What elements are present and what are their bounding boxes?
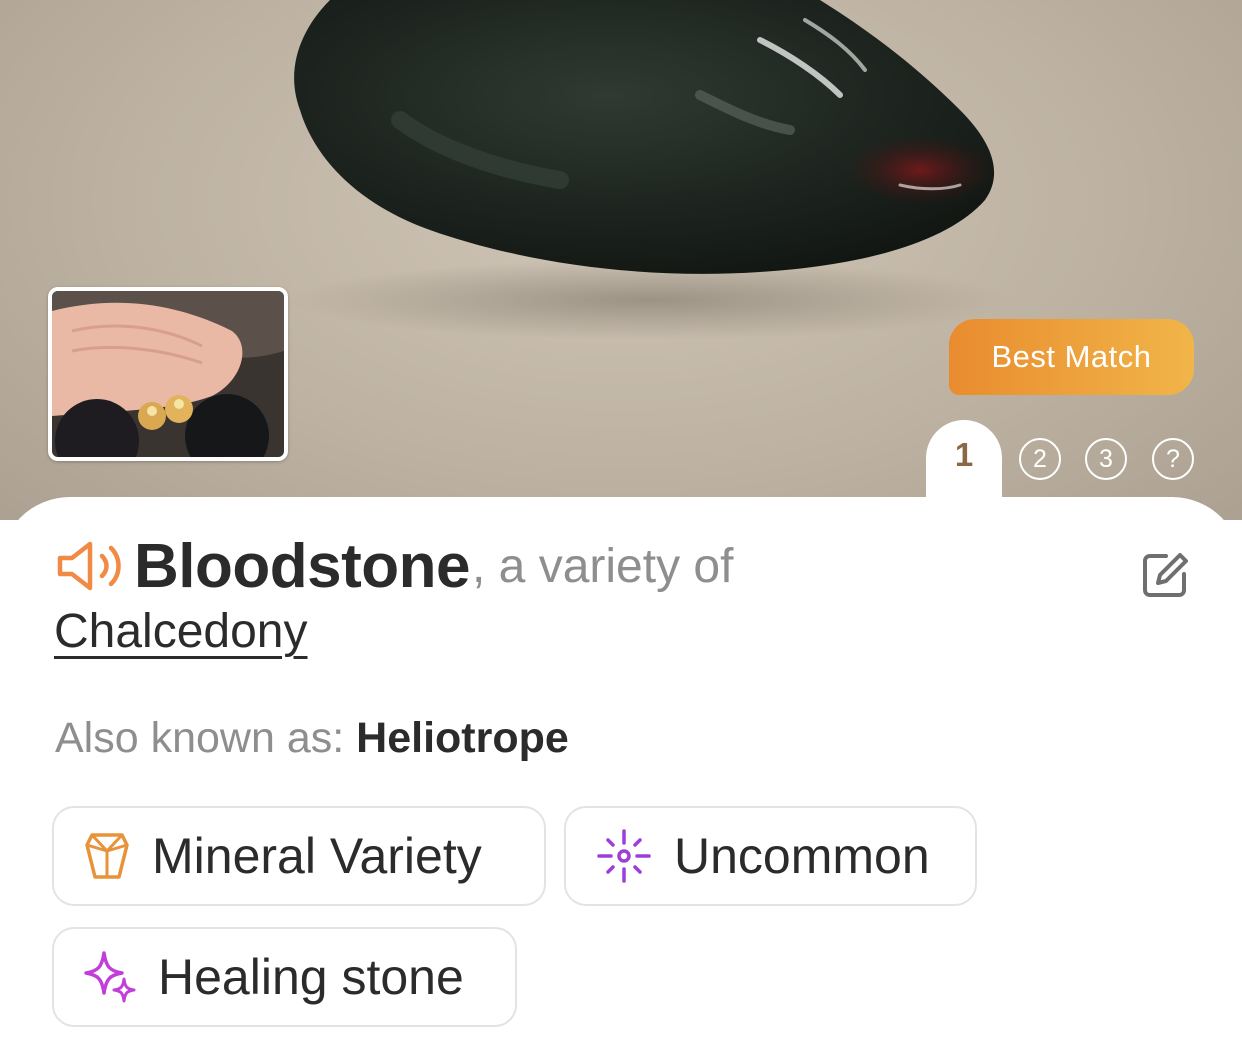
user-photo-thumbnail[interactable] — [48, 287, 288, 461]
aka-label: Also known as: — [55, 714, 357, 762]
result-page-3[interactable]: 3 — [1085, 438, 1127, 480]
specimen-photo: Best Match 2 3 ? — [0, 0, 1242, 520]
also-known-as: Also known as: Heliotrope — [55, 714, 569, 763]
tag-label: Uncommon — [674, 828, 930, 884]
stone-name: Bloodstone — [134, 531, 470, 601]
tag-healing-stone[interactable]: Healing stone — [52, 927, 517, 1027]
tag-mineral-variety[interactable]: Mineral Variety — [52, 806, 546, 906]
crystal-icon — [85, 833, 129, 879]
sparkles-icon — [84, 951, 136, 1003]
speaker-icon[interactable] — [54, 538, 124, 594]
edit-icon[interactable] — [1140, 550, 1190, 600]
tag-label: Mineral Variety — [152, 828, 482, 884]
result-title: Bloodstone , a variety of — [54, 530, 733, 602]
tag-uncommon[interactable]: Uncommon — [564, 806, 977, 906]
tag-label: Healing stone — [158, 949, 464, 1005]
result-page-unknown[interactable]: ? — [1152, 438, 1194, 480]
parent-mineral-link[interactable]: Chalcedony — [54, 604, 308, 659]
aka-value: Heliotrope — [356, 714, 569, 762]
result-page-2[interactable]: 2 — [1019, 438, 1061, 480]
sparkle-burst-icon — [597, 829, 651, 883]
variety-relation: , a variety of — [471, 539, 734, 593]
result-page-1[interactable]: 1 — [926, 436, 1002, 474]
best-match-badge: Best Match — [949, 319, 1194, 395]
